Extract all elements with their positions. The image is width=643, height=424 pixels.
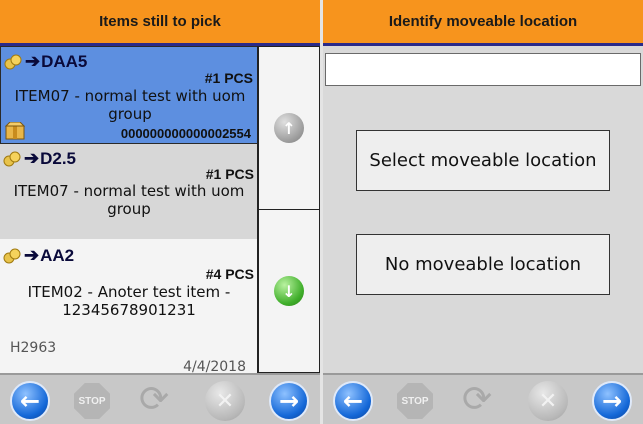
scroll-down-button[interactable]: ↓	[258, 209, 320, 373]
stop-button[interactable]: STOP	[397, 383, 433, 419]
item-code: H2963	[10, 340, 57, 356]
quantity-label: #1 PCS	[204, 70, 253, 86]
box-icon	[5, 122, 25, 140]
no-moveable-location-button[interactable]: No moveable location	[356, 234, 610, 295]
back-button[interactable]: ←	[333, 381, 373, 421]
stop-label: STOP	[78, 395, 106, 407]
refresh-icon: ⟳	[139, 379, 170, 420]
close-icon: ✕	[215, 388, 235, 414]
location-arrow-icon: ➔	[24, 148, 40, 168]
moveable-location-body: Select moveable location No moveable loc…	[323, 46, 643, 373]
coins-icon	[4, 54, 22, 69]
moveable-location-header: Identify moveable location	[323, 0, 643, 46]
pick-list-item[interactable]: ➔ DAA5 #1 PCS ITEM07 - normal test with …	[0, 46, 257, 144]
location-label: ➔ D2.5	[3, 148, 76, 169]
coins-icon	[3, 151, 21, 166]
location-arrow-icon: ➔	[24, 245, 40, 265]
item-description: ITEM07 - normal test with uom group	[13, 182, 245, 218]
next-button[interactable]: →	[269, 381, 309, 421]
cancel-button[interactable]: ✕	[528, 381, 568, 421]
pick-list[interactable]: ➔ DAA5 #1 PCS ITEM07 - normal test with …	[0, 46, 258, 373]
location-arrow-icon: ➔	[25, 51, 41, 71]
item-description: ITEM02 - Anoter test item - 123456789012…	[27, 283, 231, 319]
quantity-label: #1 PCS	[205, 166, 254, 182]
item-date: 4/4/2018	[183, 359, 246, 373]
refresh-icon: ⟳	[462, 379, 493, 420]
moveable-location-screen: Identify moveable location Select moveab…	[323, 0, 643, 424]
item-description: ITEM07 - normal test with uom group	[14, 87, 246, 123]
location-code: D2.5	[40, 148, 77, 168]
stop-button[interactable]: STOP	[74, 383, 110, 419]
arrow-down-icon: ↓	[274, 276, 304, 306]
location-label: ➔ DAA5	[4, 51, 87, 72]
footer-toolbar: ← STOP ⟳ ✕ →	[323, 373, 643, 424]
arrow-right-icon: →	[601, 387, 623, 415]
quantity-label: #4 PCS	[205, 266, 254, 282]
refresh-button[interactable]: ⟳	[139, 380, 169, 420]
back-button[interactable]: ←	[10, 381, 50, 421]
arrow-up-icon: ↑	[274, 113, 304, 143]
refresh-button[interactable]: ⟳	[462, 380, 492, 420]
location-code: AA2	[40, 245, 75, 265]
stop-label: STOP	[401, 395, 429, 407]
next-button[interactable]: →	[592, 381, 632, 421]
location-input[interactable]	[325, 53, 641, 86]
pick-list-item[interactable]: ➔ D2.5 #1 PCS ITEM07 - normal test with …	[0, 144, 257, 239]
location-code: DAA5	[41, 51, 88, 71]
pick-list-item[interactable]: ➔ AA2 #4 PCS ITEM02 - Anoter test item -…	[0, 239, 257, 373]
pick-list-screen: Items still to pick ➔ DAA5 #1 PCS ITEM07…	[0, 0, 320, 424]
cancel-button[interactable]: ✕	[205, 381, 245, 421]
arrow-right-icon: →	[278, 387, 300, 415]
coins-icon	[3, 248, 21, 263]
close-icon: ✕	[538, 388, 558, 414]
arrow-left-icon: ←	[342, 387, 364, 415]
scroll-up-button[interactable]: ↑	[258, 46, 320, 210]
select-moveable-location-button[interactable]: Select moveable location	[356, 130, 610, 191]
item-barcode: 000000000000002554	[120, 126, 251, 141]
arrow-left-icon: ←	[19, 387, 41, 415]
pick-list-header: Items still to pick	[0, 0, 320, 46]
location-label: ➔ AA2	[3, 245, 74, 266]
footer-toolbar: ← STOP ⟳ ✕ →	[0, 373, 320, 424]
